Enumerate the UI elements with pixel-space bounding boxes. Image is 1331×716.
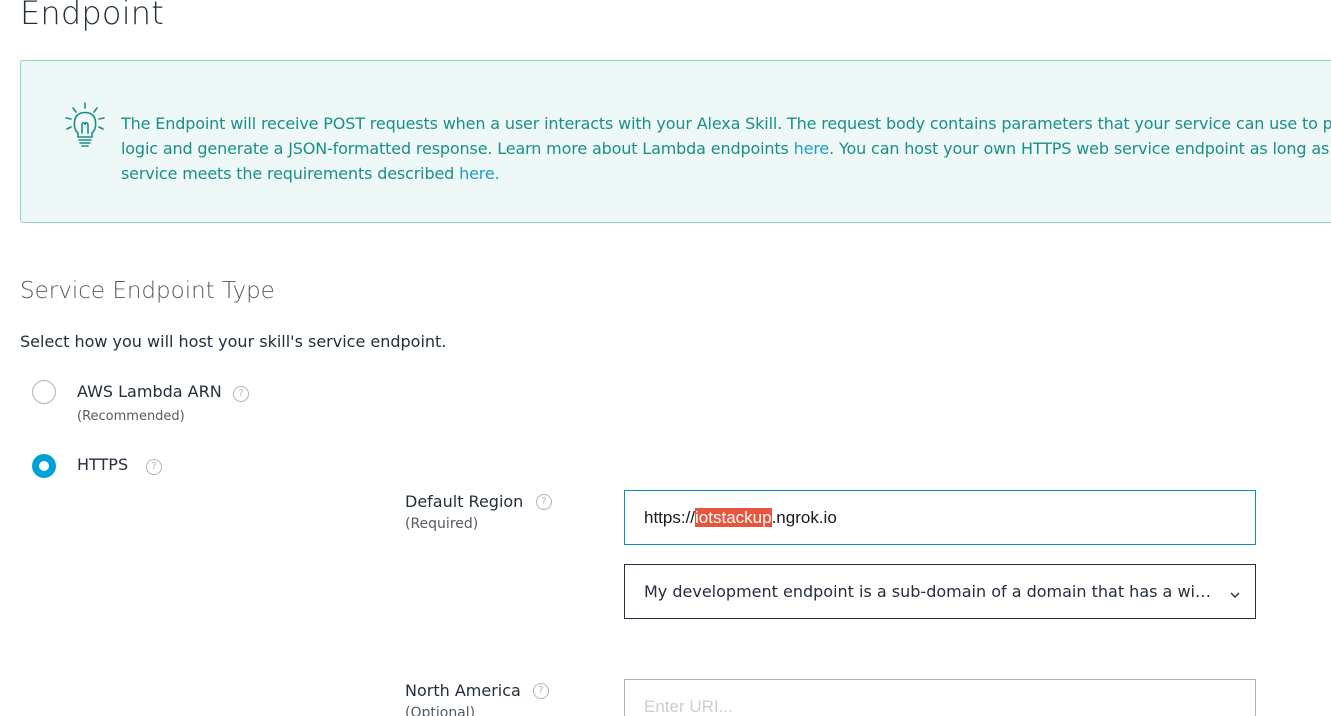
help-icon-default-region[interactable]: ? [536, 494, 552, 510]
page-title: Endpoint [20, 0, 165, 32]
url-suffix: .ngrok.io [771, 507, 837, 527]
info-line-1: The Endpoint will receive POST requests … [121, 114, 1331, 133]
url-value: https://iotstackup.ngrok.io [644, 507, 837, 528]
info-box: The Endpoint will receive POST requests … [20, 60, 1331, 223]
info-line-3-text: service meets the requirements described [121, 164, 460, 183]
north-america-placeholder: Enter URI... [644, 696, 733, 716]
info-line-3: service meets the requirements described… [121, 161, 1331, 186]
default-region-url-input[interactable]: https://iotstackup.ngrok.io [624, 490, 1256, 545]
north-america-url-input[interactable]: Enter URI... [624, 679, 1256, 716]
north-america-label: North America [405, 681, 521, 700]
radio-aws-lambda-arn[interactable] [32, 380, 56, 404]
requirements-link[interactable]: here. [459, 164, 500, 183]
certificate-type-selected: My development endpoint is a sub-domain … [644, 582, 1215, 601]
option-label-aws-lambda-arn: AWS Lambda ARN [77, 382, 222, 401]
north-america-sublabel: (Optional) [405, 705, 476, 716]
info-line-2-tail: . You can host your own HTTPS web servic… [829, 139, 1331, 158]
url-prefix: https:// [644, 507, 696, 527]
section-title: Service Endpoint Type [20, 278, 275, 304]
info-line-2-text: logic and generate a JSON-formatted resp… [121, 139, 794, 158]
section-description: Select how you will host your skill's se… [20, 332, 447, 351]
lambda-endpoints-link[interactable]: here [794, 139, 830, 158]
help-icon-aws-lambda-arn[interactable]: ? [233, 386, 249, 402]
help-icon-north-america[interactable]: ? [533, 683, 549, 699]
option-label-https: HTTPS [77, 455, 129, 474]
option-sublabel-recommended: (Recommended) [77, 409, 185, 424]
default-region-label: Default Region [405, 492, 524, 511]
help-icon-https[interactable]: ? [146, 459, 162, 475]
info-line-2: logic and generate a JSON-formatted resp… [121, 136, 1331, 161]
certificate-type-select[interactable]: My development endpoint is a sub-domain … [624, 564, 1256, 619]
url-highlighted-subdomain: iotstackup [695, 507, 772, 527]
endpoint-page: Endpoint The Endpoint will receive POST … [0, 0, 1331, 716]
info-text: The Endpoint will receive POST requests … [121, 111, 1331, 186]
chevron-down-icon [1229, 586, 1241, 598]
radio-https[interactable] [32, 454, 56, 478]
lightbulb-icon [63, 101, 107, 149]
default-region-sublabel: (Required) [405, 516, 479, 532]
